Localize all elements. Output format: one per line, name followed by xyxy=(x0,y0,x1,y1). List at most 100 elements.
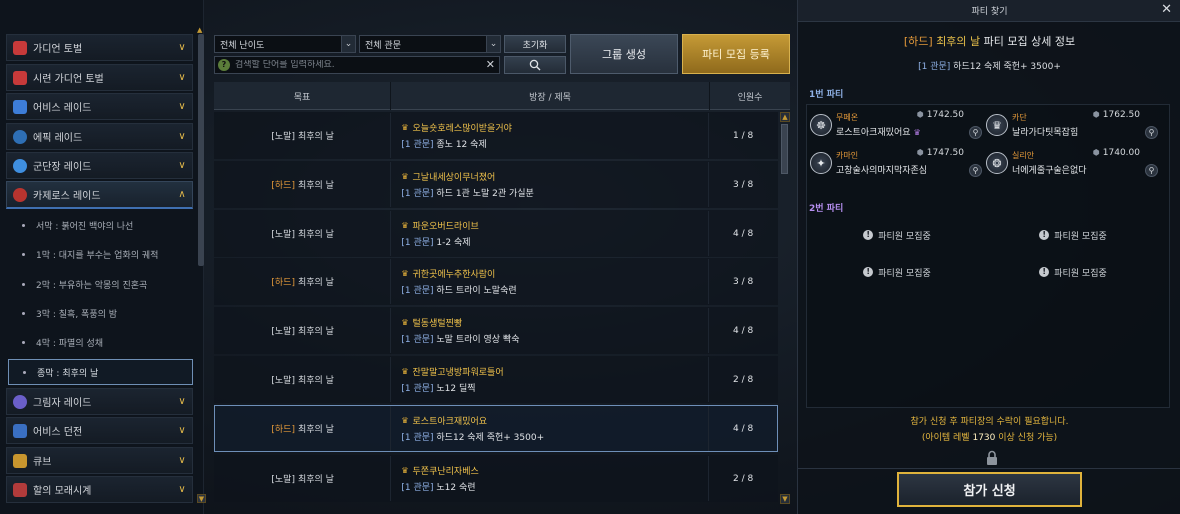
sidebar-subitem-act3[interactable]: 3막 : 칠흑, 폭풍의 밤 xyxy=(8,300,193,326)
legion-raid-icon xyxy=(13,158,27,173)
search-input[interactable] xyxy=(235,60,475,70)
chevron-down-icon: ∨ xyxy=(178,72,186,83)
row-count: 2 / 8 xyxy=(733,473,754,484)
scroll-up-arrow-icon[interactable]: ▲ xyxy=(780,112,790,122)
close-icon[interactable]: ✕ xyxy=(1161,2,1172,17)
table-row-selected[interactable]: [하드] 최후의 날 ♛ 로스트아크재밌어요 [1 관문] 하드12 숙제 죽헌+ … xyxy=(214,405,778,452)
member-level: ⬢ 1740.00 xyxy=(1093,148,1140,158)
help-icon[interactable]: ? xyxy=(218,59,230,71)
epic-raid-icon xyxy=(13,129,27,144)
table-row[interactable]: [하드] 최후의 날 ♛ 그날내세상이무너졌어 [1 관문] 하드 1관 노말 2관… xyxy=(214,161,778,208)
sidebar-subitem-act2[interactable]: 2막 : 부유하는 악몽의 진혼곡 xyxy=(8,271,193,297)
sidebar-item-shadow-raid[interactable]: 그림자 레이드 ∨ xyxy=(6,388,193,415)
scroll-down-arrow-icon[interactable]: ▼ xyxy=(197,494,206,503)
sidebar-item-hourglass[interactable]: 할의 모래시계 ∨ xyxy=(6,476,193,503)
header-leader-title[interactable]: 방장 / 제목 xyxy=(391,82,710,110)
sidebar-item-abyss-raid[interactable]: 어비스 레이드 ∨ xyxy=(6,93,193,120)
search-icon xyxy=(529,59,541,71)
sidebar-item-epic-raid[interactable]: 에픽 레이드 ∨ xyxy=(6,123,193,150)
row-title: [1 관문] 종노 12 숙제 xyxy=(401,137,708,150)
hourglass-icon xyxy=(13,482,27,497)
inspect-icon[interactable]: ⚲ xyxy=(1145,164,1158,177)
party-list-scrollbar[interactable] xyxy=(781,124,788,174)
chevron-down-icon: ∨ xyxy=(178,425,186,436)
info-icon: ! xyxy=(863,230,874,240)
table-row[interactable]: [노말] 최후의 날 ♛ 털동생털찐빵 [1 관문] 노말 트라이 영상 빡숙 4 … xyxy=(214,307,778,354)
inspect-icon[interactable]: ⚲ xyxy=(1145,126,1158,139)
row-info: ♛ 로스트아크재밌어요 [1 관문] 하드12 숙제 죽헌+ 3500+ xyxy=(391,406,710,451)
row-leader-name: 두쫀쿠난리자베스 xyxy=(412,467,479,477)
header-target[interactable]: 목표 xyxy=(214,82,391,110)
row-raid: 최후의 날 xyxy=(297,278,334,288)
sidebar-subitem-prologue[interactable]: 서막 : 붉어진 백야의 나선 xyxy=(8,212,193,238)
party-member[interactable]: ☸ 무페온 로스트아크재밌어요 ♛ ⬢ 1742.50 ⚲ xyxy=(810,108,984,142)
row-info: ♛ 오늘숏호레스많이받을거야 [1 관문] 종노 12 숙제 xyxy=(391,113,710,158)
required-item-level: 1730 xyxy=(972,433,996,443)
gate-select[interactable]: 전체 관문 ⌄ xyxy=(359,35,501,53)
sidebar-item-kazeros-raid[interactable]: 카제로스 레이드 ∧ xyxy=(6,181,193,209)
sidebar-subitem-label: 3막 : 칠흑, 폭풍의 밤 xyxy=(36,309,118,320)
detail-subtitle-text: 하드12 숙제 죽헌+ 3500+ xyxy=(953,62,1061,72)
member-nick-text: 날라가다팃목잡힘 xyxy=(1012,128,1079,138)
sidebar-subitem-act4[interactable]: 4막 : 파멸의 성채 xyxy=(8,329,193,355)
row-raid: 최후의 날 xyxy=(297,327,334,337)
row-difficulty: [노말] xyxy=(271,376,295,386)
row-leader: ♛ 털동생털찐빵 xyxy=(401,316,708,329)
reset-button[interactable]: 초기화 xyxy=(504,35,566,53)
party-member[interactable]: ✦ 카마인 고창술사의마지막자존심 ⬢ 1747.50 ⚲ xyxy=(810,146,984,180)
sidebar-item-abyss-dungeon[interactable]: 어비스 던전 ∨ xyxy=(6,417,193,444)
party-member[interactable]: ♛ 카단 날라가다팃목잡힘 ⬢ 1762.50 ⚲ xyxy=(986,108,1160,142)
scroll-down-arrow-icon[interactable]: ▼ xyxy=(780,494,790,504)
header-count[interactable]: 인원수 xyxy=(710,82,790,110)
row-gate: [1 관문] xyxy=(401,483,434,493)
inspect-icon[interactable]: ⚲ xyxy=(969,126,982,139)
row-info: ♛ 두쫀쿠난리자베스 [1 관문] 노12 숙련 xyxy=(391,456,710,501)
row-gate: [1 관문] xyxy=(401,433,434,443)
sidebar-subitem-act1[interactable]: 1막 : 대지를 부수는 업화의 궤적 xyxy=(8,241,193,267)
sidebar-scrollbar[interactable] xyxy=(198,34,204,266)
row-count: 2 / 8 xyxy=(733,374,754,385)
vacant-slot-label: 파티원 모집중 xyxy=(878,231,931,242)
sidebar-subitem-finale[interactable]: 종막 : 최후의 날 xyxy=(8,359,193,385)
item-level-icon: ⬢ xyxy=(916,148,924,157)
row-leader: ♛ 그날내세상이무너졌어 xyxy=(401,170,708,183)
row-count: 3 / 8 xyxy=(733,276,754,287)
detail-raid: 최후의 날 xyxy=(936,35,981,48)
search-button[interactable] xyxy=(504,56,566,74)
sidebar-item-guardian[interactable]: 가디언 토벌 ∨ xyxy=(6,34,193,61)
inspect-icon[interactable]: ⚲ xyxy=(969,164,982,177)
crown-icon: ♛ xyxy=(401,466,409,475)
chevron-down-icon: ∨ xyxy=(178,160,186,171)
register-recruit-button[interactable]: 파티 모집 등록 xyxy=(682,34,790,74)
row-info: ♛ 잔말말고냉방파워로틀어 [1 관문] 노12 딜찍 xyxy=(391,357,710,402)
party-detail-panel: 파티 찾기 ✕ [하드] 최후의 날 파티 모집 상세 정보 [1 관문] 하드… xyxy=(797,0,1180,514)
table-row[interactable]: [하드] 최후의 날 ♛ 귀한곳에누추한사람이 [1 관문] 하드 트라이 노말숙련… xyxy=(214,258,778,305)
scroll-up-arrow-icon[interactable]: ▲ xyxy=(197,26,202,34)
row-gate: [1 관문] xyxy=(401,286,434,296)
party-member[interactable]: ❂ 실리안 너에게줄구술은없다 ⬢ 1740.00 ⚲ xyxy=(986,146,1160,180)
join-request-button[interactable]: 참가 신청 xyxy=(897,472,1082,507)
sidebar-item-cube[interactable]: 큐브 ∨ xyxy=(6,447,193,474)
table-row[interactable]: [노말] 최후의 날 ♛ 잔말말고냉방파워로틀어 [1 관문] 노12 딜찍 2 /… xyxy=(214,356,778,403)
row-title-text: 종노 12 숙제 xyxy=(436,140,487,150)
create-group-button[interactable]: 그룹 생성 xyxy=(570,34,678,74)
clear-search-icon[interactable]: ✕ xyxy=(486,58,495,71)
sidebar-subitem-label: 1막 : 대지를 부수는 업화의 궤적 xyxy=(36,250,159,261)
row-leader-name: 로스트아크재밌어요 xyxy=(412,417,488,427)
sidebar-subitem-label: 2막 : 부유하는 악몽의 진혼곡 xyxy=(36,280,148,291)
difficulty-select[interactable]: 전체 난이도 ⌄ xyxy=(214,35,356,53)
row-raid: 최후의 날 xyxy=(297,376,334,386)
row-raid: 최후의 날 xyxy=(297,230,334,240)
crown-icon: ♛ xyxy=(401,123,409,132)
table-row[interactable]: [노말] 최후의 날 ♛ 파운오버드라이브 [1 관문] 1-2 숙제 4 / 8 xyxy=(214,210,778,257)
row-leader: ♛ 오늘숏호레스많이받을거야 xyxy=(401,121,708,134)
chevron-down-icon: ⌄ xyxy=(486,36,500,52)
sidebar-item-label: 어비스 던전 xyxy=(33,427,83,438)
table-row[interactable]: [노말] 최후의 날 ♛ 오늘숏호레스많이받을거야 [1 관문] 종노 12 숙제 … xyxy=(214,112,778,159)
row-title: [1 관문] 노말 트라이 영상 빡숙 xyxy=(401,332,708,345)
sidebar-item-legion-raid[interactable]: 군단장 레이드 ∨ xyxy=(6,152,193,179)
row-count: 3 / 8 xyxy=(733,179,754,190)
table-row[interactable]: [노말] 최후의 날 ♛ 두쫀쿠난리자베스 [1 관문] 노12 숙련 2 / 8 xyxy=(214,455,778,502)
vacant-slot: ! 파티원 모집중 xyxy=(986,218,1160,252)
sidebar-item-trial-guardian[interactable]: 시련 가디언 토벌 ∨ xyxy=(6,64,193,91)
